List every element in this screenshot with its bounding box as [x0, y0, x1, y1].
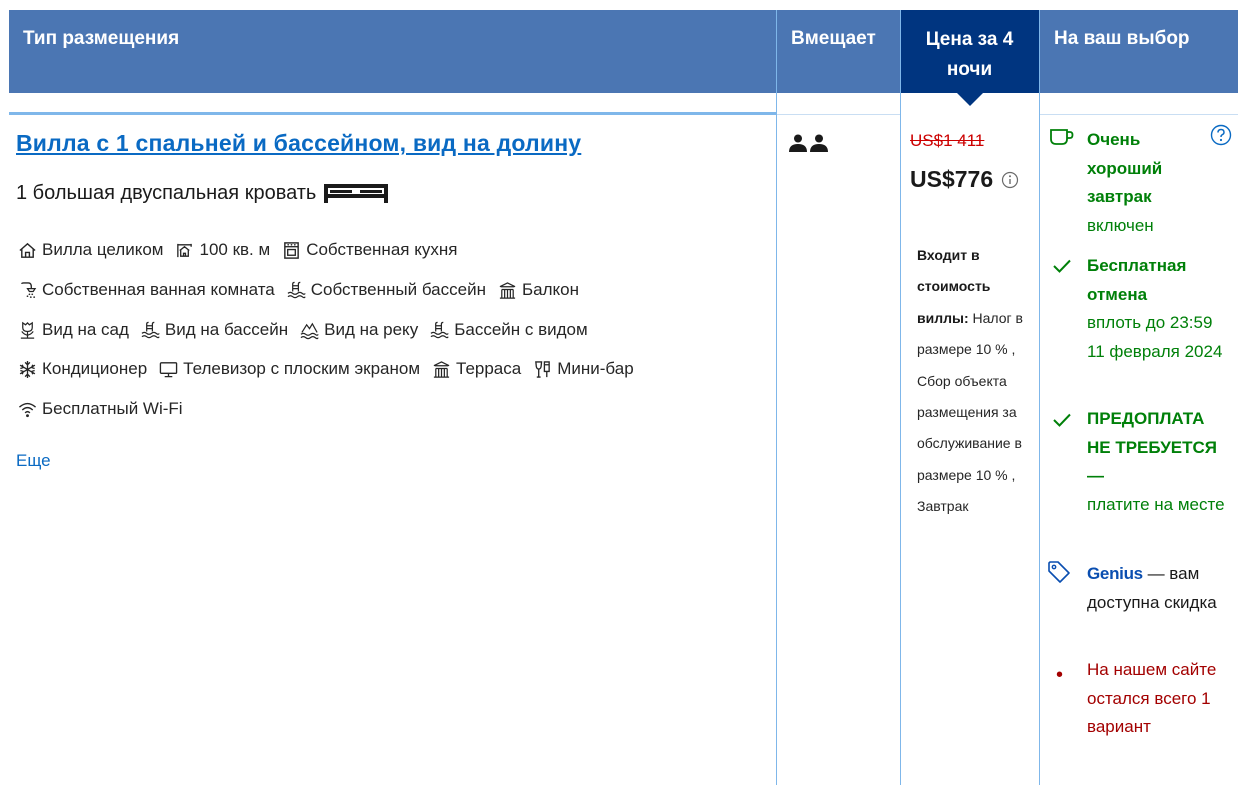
breakfast-included: включен — [1087, 215, 1154, 235]
facility-label: Телевизор с плоским экраном — [183, 359, 421, 378]
room-title-link[interactable]: Вилла с 1 спальней и бассейном, вид на д… — [16, 130, 581, 157]
free-cancellation-info: Бесплатная отмена вплоть до 23:59 11 фев… — [1087, 252, 1227, 366]
facility-item: Вилла целиком — [18, 240, 163, 260]
facilities-row: Вид на сад Вид на бассейн Вид на реку Ба… — [18, 320, 600, 340]
pool-icon — [141, 321, 160, 338]
column-header-room-type: Тип размещения — [9, 10, 776, 93]
breakfast-bold: Очень хороший завтрак — [1087, 130, 1163, 207]
bed-label: 1 большая двуспальная кровать — [16, 181, 317, 204]
free-cancellation-bold: Бесплатная отмена — [1087, 256, 1187, 304]
facility-item: Мини-бар — [533, 359, 634, 379]
facility-label: Кондиционер — [42, 359, 148, 378]
checkmark-icon — [1053, 413, 1071, 427]
bullet-icon: • — [1056, 664, 1064, 686]
info-icon[interactable] — [1001, 171, 1019, 189]
facility-item: 100 кв. м — [175, 240, 270, 260]
facility-label: Собственный бассейн — [310, 280, 486, 299]
no-prepayment-bold: ПРЕДОПЛАТА НЕ ТРЕБУЕТСЯ — — [1087, 409, 1217, 486]
column-divider — [776, 10, 777, 785]
facility-item: Бесплатный Wi-Fi — [18, 399, 183, 419]
snowflake-icon — [19, 360, 36, 378]
no-prepayment-info: ПРЕДОПЛАТА НЕ ТРЕБУЕТСЯ — платите на мес… — [1087, 405, 1227, 519]
more-facilities-link[interactable]: Еще — [16, 451, 51, 471]
column-header-choice: На ваш выбор — [1039, 10, 1238, 93]
coffee-cup-icon — [1050, 129, 1074, 145]
facility-item: Балкон — [498, 280, 579, 300]
balcony-icon — [499, 281, 516, 299]
choice-header-label: На ваш выбор — [1054, 28, 1190, 49]
facility-label: Вид на сад — [42, 320, 129, 339]
double-bed-icon — [324, 184, 389, 203]
area-icon — [177, 243, 193, 257]
person-icon — [789, 134, 807, 152]
row-divider — [1040, 114, 1238, 115]
facility-item: Вид на сад — [18, 320, 129, 340]
bed-info: 1 большая двуспальная кровать — [16, 181, 390, 205]
shower-icon — [21, 281, 37, 298]
facility-item: Телевизор с плоским экраном — [159, 359, 420, 379]
facility-label: Собственная кухня — [306, 240, 458, 259]
row-divider — [777, 114, 900, 115]
price-includes-text: Налог в размере 10 % , Сбор объекта разм… — [917, 309, 1023, 515]
original-price: US$1 411 — [910, 131, 985, 150]
price-header-line2: ночи — [946, 59, 993, 80]
column-header-price: Цена за 4 ночи — [900, 10, 1039, 106]
facility-item: Собственная кухня — [282, 240, 457, 260]
column-divider — [1039, 10, 1040, 785]
facility-item: Вид на бассейн — [141, 320, 288, 340]
facilities-row: Бесплатный Wi-Fi — [18, 399, 195, 419]
facility-label: Балкон — [521, 280, 579, 299]
facility-label: Вилла целиком — [42, 240, 164, 259]
facility-label: Собственная ванная комната — [42, 280, 275, 299]
facility-item: Кондиционер — [18, 359, 147, 379]
capacity-header-label: Вмещает — [791, 28, 876, 49]
occupancy-icons — [788, 134, 829, 152]
discounted-price-row: US$776 — [910, 166, 1019, 193]
minibar-icon — [535, 360, 551, 378]
facility-item: Бассейн с видом — [430, 320, 588, 340]
house-icon — [19, 242, 36, 258]
column-divider — [900, 10, 901, 785]
genius-logo: Genius — [1087, 564, 1143, 583]
breakfast-info: Очень хороший завтрак включен — [1087, 126, 1199, 240]
scarcity-message: На нашем сайте остался всего 1 вариант — [1087, 660, 1217, 737]
no-prepayment-rest: платите на месте — [1087, 494, 1225, 514]
facilities-row: Кондиционер Телевизор с плоским экраном … — [18, 359, 646, 379]
facilities-row: Вилла целиком 100 кв. м Собственная кухн… — [18, 240, 469, 260]
pool-icon — [430, 321, 449, 338]
tag-icon — [1048, 561, 1070, 583]
oven-icon — [284, 241, 300, 259]
flower-icon — [20, 321, 35, 339]
pool-icon — [287, 281, 306, 298]
checkmark-icon — [1053, 259, 1071, 273]
free-cancellation-deadline: вплоть до 23:59 11 февраля 2024 — [1087, 313, 1223, 361]
person-icon — [810, 134, 828, 152]
facility-label: 100 кв. м — [199, 240, 271, 259]
facility-label: Вид на бассейн — [164, 320, 289, 339]
discounted-price: US$776 — [910, 166, 994, 192]
price-header-line1: Цена за 4 — [925, 29, 1014, 50]
tv-icon — [159, 361, 178, 377]
balcony-icon — [433, 360, 450, 378]
row-divider — [9, 112, 776, 115]
facility-item: Вид на реку — [300, 320, 418, 340]
help-icon[interactable] — [1210, 124, 1232, 146]
facility-label: Терраса — [456, 359, 522, 378]
facility-label: Вид на реку — [324, 320, 419, 339]
wifi-icon — [18, 402, 37, 417]
room-table: Тип размещения Вмещает Цена за 4 ночи На… — [9, 10, 1238, 785]
facility-label: Бесплатный Wi-Fi — [42, 399, 183, 418]
river-icon — [300, 322, 319, 339]
facility-item: Собственная ванная комната — [18, 280, 275, 300]
genius-discount-info: Genius — вам доступна скидка — [1087, 560, 1227, 617]
facility-item: Терраса — [432, 359, 521, 379]
facility-item: Собственный бассейн — [287, 280, 486, 300]
facility-label: Бассейн с видом — [454, 320, 588, 339]
facilities-row: Собственная ванная комната Собственный б… — [18, 280, 591, 300]
room-type-header-label: Тип размещения — [23, 28, 180, 49]
price-header-notch — [957, 93, 983, 106]
price-includes: Входит в стоимость виллы: Налог в размер… — [917, 240, 1035, 523]
column-header-capacity: Вмещает — [776, 10, 900, 93]
facility-label: Мини-бар — [557, 359, 634, 378]
